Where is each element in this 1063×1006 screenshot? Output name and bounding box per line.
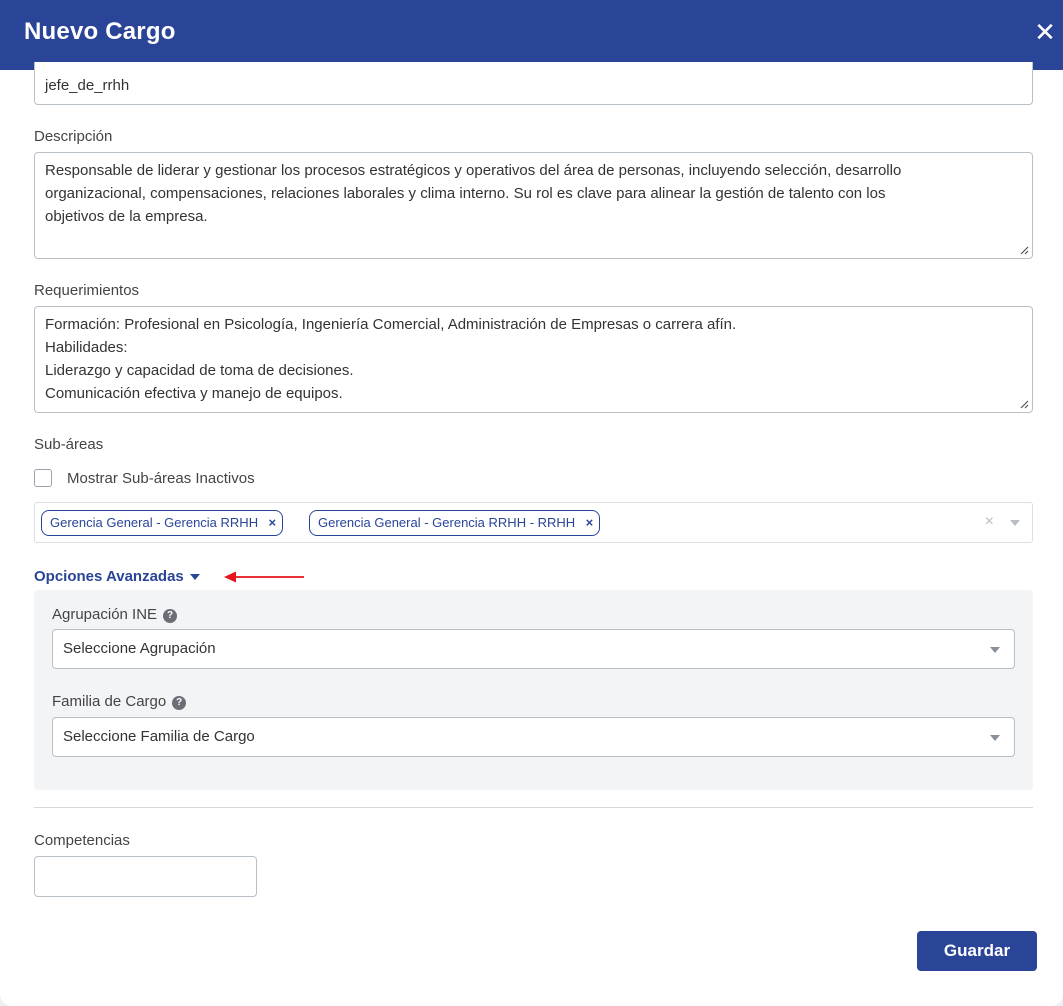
- requerimientos-line: Liderazgo y capacidad de toma de decisio…: [45, 362, 354, 379]
- chevron-down-icon: [990, 647, 1000, 653]
- advanced-options-label: Opciones Avanzadas: [34, 568, 184, 585]
- competencias-label: Competencias: [34, 832, 130, 849]
- resize-handle-icon[interactable]: [1019, 245, 1029, 255]
- competencias-input[interactable]: [34, 856, 257, 897]
- show-inactive-label: Mostrar Sub-áreas Inactivos: [67, 470, 255, 487]
- familia-select-value: Seleccione Familia de Cargo: [63, 728, 255, 745]
- requerimientos-line: Habilidades:: [45, 339, 128, 356]
- agrupacion-select[interactable]: Seleccione Agrupación: [52, 629, 1015, 669]
- subareas-multiselect[interactable]: Gerencia General - Gerencia RRHH × Geren…: [34, 502, 1033, 543]
- agrupacion-label: Agrupación INE: [52, 606, 158, 623]
- familia-label-wrap: Familia de Cargo?: [52, 693, 187, 710]
- clear-icon[interactable]: ×: [985, 513, 994, 531]
- subarea-tag: Gerencia General - Gerencia RRHH - RRHH …: [309, 510, 601, 536]
- chevron-down-icon: [990, 735, 1000, 741]
- subarea-tag: Gerencia General - Gerencia RRHH ×: [41, 510, 284, 536]
- descripcion-textarea[interactable]: Responsable de liderar y gestionar los p…: [34, 152, 1033, 259]
- resize-handle-icon[interactable]: [1019, 399, 1029, 409]
- close-icon[interactable]: ✕: [1033, 18, 1057, 46]
- subareas-label: Sub-áreas: [34, 436, 104, 453]
- advanced-options-toggle[interactable]: Opciones Avanzadas: [34, 568, 200, 585]
- familia-select[interactable]: Seleccione Familia de Cargo: [52, 717, 1015, 757]
- modal-title: Nuevo Cargo: [24, 18, 176, 45]
- agrupacion-select-value: Seleccione Agrupación: [63, 640, 216, 657]
- descripcion-line: objetivos de la empresa.: [45, 208, 208, 225]
- familia-label: Familia de Cargo: [52, 693, 167, 710]
- show-inactive-checkbox[interactable]: [34, 469, 52, 487]
- tag-remove-icon[interactable]: ×: [268, 511, 276, 535]
- caret-down-icon: [189, 574, 200, 581]
- subarea-tag-label: Gerencia General - Gerencia RRHH: [50, 515, 259, 530]
- agrupacion-label-wrap: Agrupación INE?: [52, 606, 178, 623]
- section-divider: [34, 807, 1033, 808]
- descripcion-line: organizacional, compensaciones, relacion…: [45, 185, 886, 202]
- annotation-arrow-icon: [224, 571, 304, 583]
- tag-remove-icon[interactable]: ×: [586, 511, 594, 535]
- descripcion-line: Responsable de liderar y gestionar los p…: [45, 162, 902, 179]
- modal-dialog: Nuevo Cargo ✕ jefe_de_rrhh Descripción R…: [0, 0, 1063, 1006]
- modal-header: Nuevo Cargo ✕: [0, 0, 1063, 70]
- subarea-tag-label: Gerencia General - Gerencia RRHH - RRHH: [318, 515, 576, 530]
- descripcion-label: Descripción: [34, 128, 113, 145]
- requerimientos-textarea[interactable]: Formación: Profesional en Psicología, In…: [34, 306, 1033, 413]
- help-icon[interactable]: ?: [163, 609, 178, 623]
- code-input-value: jefe_de_rrhh: [45, 77, 130, 94]
- requerimientos-line: Formación: Profesional en Psicología, In…: [45, 316, 737, 333]
- code-input[interactable]: jefe_de_rrhh: [34, 62, 1033, 105]
- help-icon[interactable]: ?: [172, 696, 187, 710]
- requerimientos-label: Requerimientos: [34, 282, 140, 299]
- advanced-options-panel: Agrupación INE? Seleccione Agrupación Fa…: [34, 590, 1033, 790]
- requerimientos-line: Comunicación efectiva y manejo de equipo…: [45, 385, 343, 402]
- chevron-down-icon[interactable]: [1010, 520, 1020, 526]
- save-button[interactable]: Guardar: [917, 931, 1037, 971]
